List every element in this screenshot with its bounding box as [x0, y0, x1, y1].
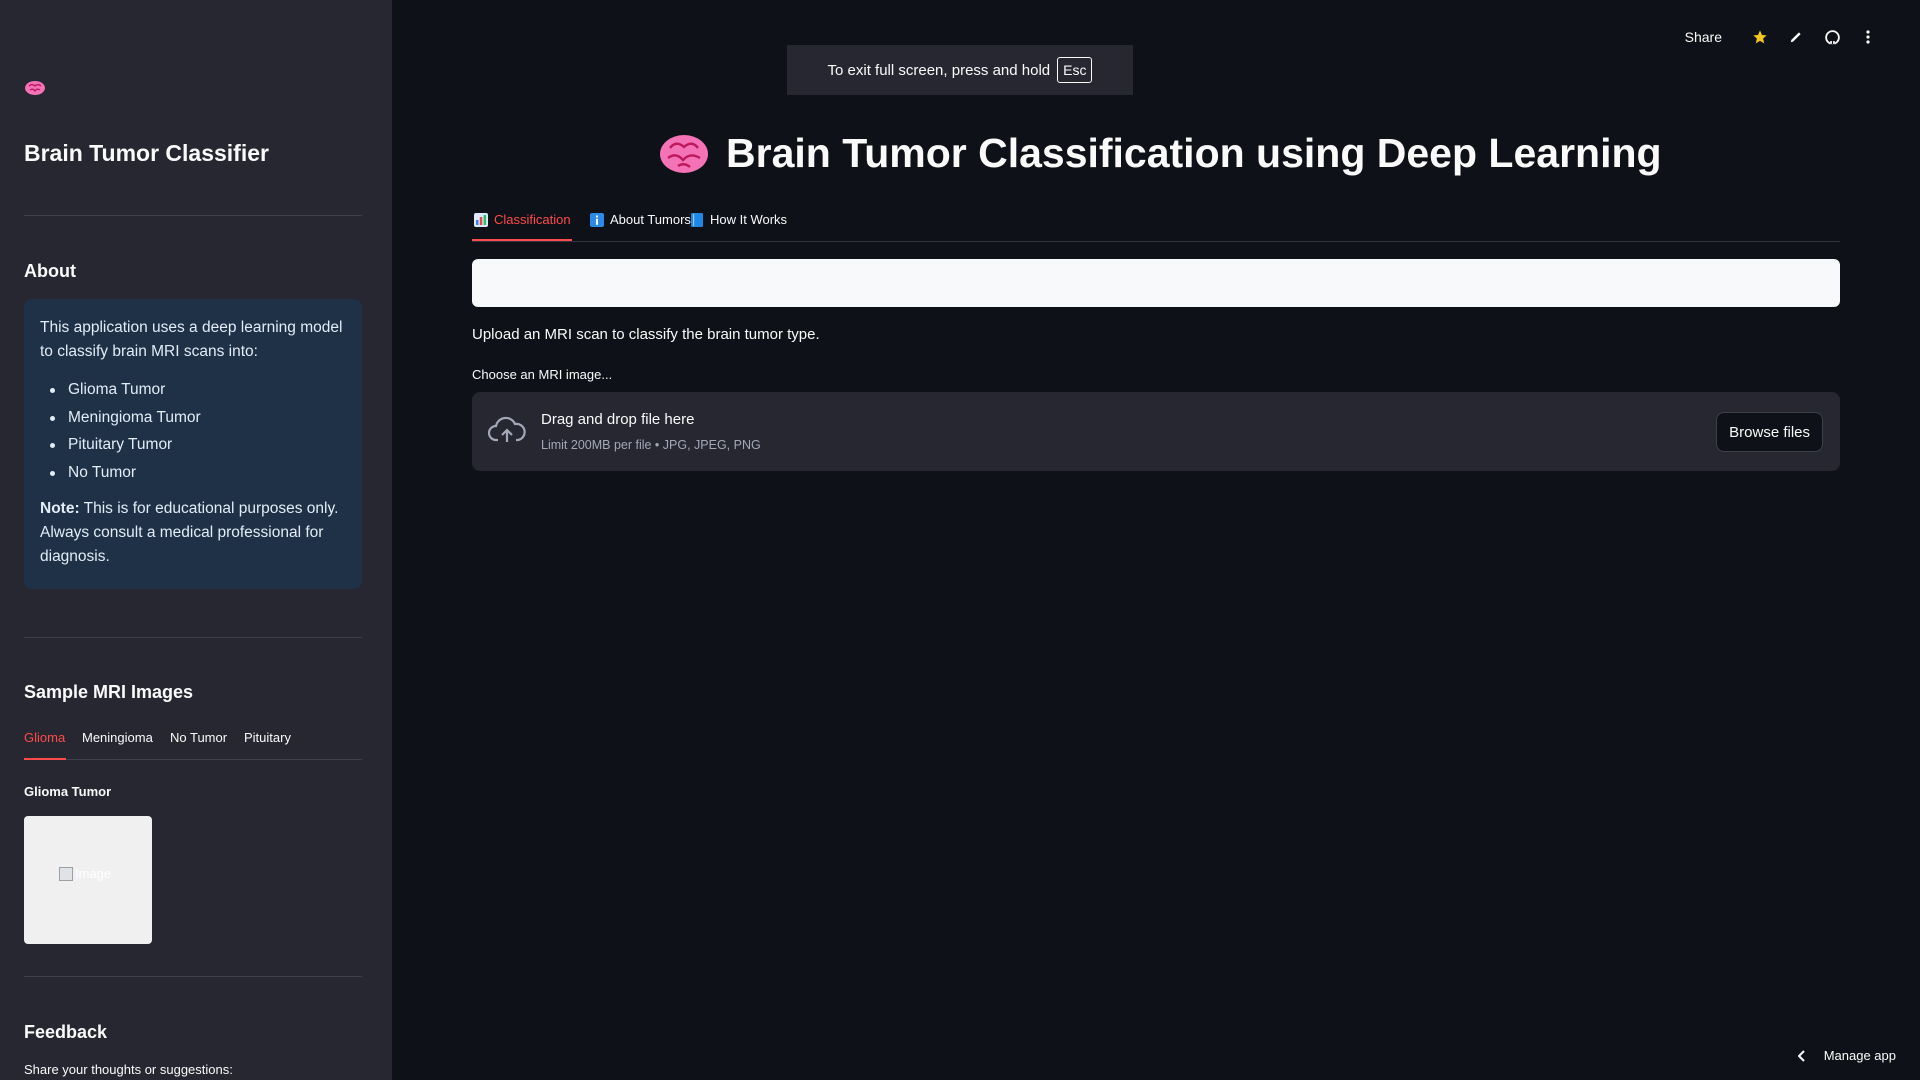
star-icon[interactable] — [1742, 26, 1778, 48]
sidebar-divider — [24, 637, 362, 638]
note-label: Note: — [40, 499, 80, 517]
edit-icon[interactable] — [1778, 26, 1814, 48]
sidebar-title: Brain Tumor Classifier — [24, 140, 269, 166]
brain-icon — [660, 134, 708, 173]
image-alt-text: Image — [75, 866, 112, 881]
tab-how-it-works[interactable]: How It Works — [690, 212, 787, 227]
main-tabs: Classification About Tumors How It Works — [472, 210, 1840, 242]
brain-logo-icon — [25, 81, 45, 95]
list-item: Glioma Tumor — [50, 378, 346, 402]
disclaimer-note: Note: This is for educational purposes o… — [40, 497, 346, 569]
chevron-left-icon — [1797, 1049, 1805, 1062]
note-text: This is for educational purposes only. A… — [40, 499, 339, 565]
github-icon[interactable] — [1814, 26, 1850, 48]
about-intro: This application uses a deep learning mo… — [40, 319, 343, 360]
main-content: To exit full screen, press and hold Esc … — [392, 0, 1920, 1080]
active-tab-indicator — [24, 758, 66, 760]
page-title-text: Brain Tumor Classification using Deep Le… — [726, 130, 1662, 176]
file-dropzone[interactable]: Drag and drop file here Limit 200MB per … — [472, 392, 1840, 471]
upload-prompt: Upload an MRI scan to classify the brain… — [472, 326, 820, 343]
sidebar-divider — [24, 976, 362, 977]
top-toolbar: Share — [1685, 26, 1886, 48]
status-bar — [472, 259, 1840, 307]
sample-tab-meningioma[interactable]: Meningioma — [82, 730, 153, 745]
sample-tab-pituitary[interactable]: Pituitary — [244, 730, 291, 745]
esc-key: Esc — [1057, 57, 1093, 83]
sample-mri-image: Image — [24, 816, 152, 944]
more-vertical-icon[interactable] — [1850, 26, 1886, 48]
info-icon — [590, 212, 604, 227]
sample-tab-glioma[interactable]: Glioma — [24, 730, 65, 745]
sample-tab-no-tumor[interactable]: No Tumor — [170, 730, 227, 745]
list-item: Meningioma Tumor — [50, 406, 346, 430]
cloud-upload-icon — [488, 416, 526, 442]
tab-label: About Tumors — [610, 212, 691, 227]
sidebar-divider — [24, 215, 362, 216]
tab-about-tumors[interactable]: About Tumors — [590, 212, 691, 227]
tab-label: How It Works — [710, 212, 788, 227]
about-heading: About — [24, 261, 76, 281]
app-root: Brain Tumor Classifier About This applic… — [0, 0, 1920, 1080]
feedback-heading: Feedback — [24, 1022, 108, 1042]
sample-tabs: Glioma Meningioma No Tumor Pituitary — [24, 730, 362, 760]
broken-image-icon — [59, 866, 73, 881]
broken-image-placeholder: Image — [59, 866, 111, 881]
sidebar: Brain Tumor Classifier About This applic… — [0, 0, 392, 1080]
samples-heading: Sample MRI Images — [24, 682, 194, 702]
uploader-label: Choose an MRI image... — [472, 367, 613, 382]
browse-files-button[interactable]: Browse files — [1716, 412, 1823, 452]
manage-app-label: Manage app — [1823, 1048, 1896, 1063]
book-icon — [690, 212, 704, 227]
fullscreen-exit-banner: To exit full screen, press and hold Esc — [787, 45, 1133, 95]
manage-app-button[interactable]: Manage app — [1797, 1048, 1896, 1063]
tab-label: Classification — [494, 212, 571, 227]
list-item: No Tumor — [50, 461, 346, 485]
tab-classification[interactable]: Classification — [474, 212, 571, 227]
sample-subheading: Glioma Tumor — [24, 784, 112, 799]
about-info-box: This application uses a deep learning mo… — [24, 299, 362, 589]
share-button[interactable]: Share — [1685, 29, 1722, 45]
dropzone-title: Drag and drop file here — [541, 411, 695, 428]
page-title: Brain Tumor Classification using Deep Le… — [658, 130, 1662, 177]
dropzone-subtitle: Limit 200MB per file • JPG, JPEG, PNG — [541, 438, 761, 452]
active-tab-indicator — [472, 239, 572, 241]
list-item: Pituitary Tumor — [50, 433, 346, 457]
banner-text: To exit full screen, press and hold — [827, 61, 1051, 79]
class-list: Glioma Tumor Meningioma Tumor Pituitary … — [50, 378, 346, 485]
bar-chart-icon — [474, 212, 488, 227]
feedback-label: Share your thoughts or suggestions: — [24, 1062, 233, 1077]
